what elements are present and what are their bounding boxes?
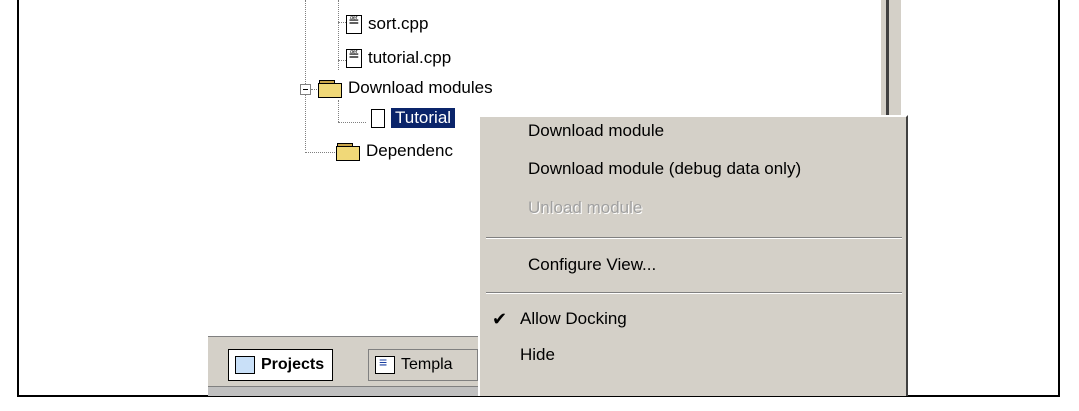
tree-guide-line xyxy=(338,100,339,122)
tree-guide-line xyxy=(338,122,366,123)
menu-item-unload-module: Unload module xyxy=(528,198,643,217)
menu-item-download-module-debug[interactable]: Download module (debug data only) xyxy=(528,159,801,179)
folder-icon xyxy=(336,142,360,161)
menu-separator xyxy=(486,292,902,294)
templates-icon xyxy=(375,354,395,374)
tree-item-dependencies[interactable]: Dependenc xyxy=(336,141,453,161)
figure-frame: sort.cpp tutorial.cpp Download modules T… xyxy=(17,0,1060,397)
source-file-icon xyxy=(346,47,362,68)
scrollbar-edge xyxy=(886,0,889,120)
tree-item-tutorial-selected[interactable]: Tutorial xyxy=(371,108,456,128)
projects-icon xyxy=(235,356,255,374)
tree-guide-line xyxy=(305,0,306,150)
tab-projects[interactable]: Projects xyxy=(228,349,334,381)
menu-item-allow-docking[interactable]: Allow Docking xyxy=(520,309,627,329)
folder-open-icon xyxy=(318,79,342,98)
ide-window: sort.cpp tutorial.cpp Download modules T… xyxy=(208,0,908,396)
context-menu: Download module Download module (debug d… xyxy=(478,115,908,396)
tree-item-sort-cpp[interactable]: sort.cpp xyxy=(346,13,428,34)
menu-item-hide[interactable]: Hide xyxy=(520,345,555,365)
checkmark-icon: ✔ xyxy=(492,309,508,329)
menu-separator xyxy=(486,237,902,239)
menu-item-download-module[interactable]: Download module xyxy=(528,121,664,141)
menu-item-configure-view[interactable]: Configure View... xyxy=(528,255,656,275)
tree-item-tutorial-cpp[interactable]: tutorial.cpp xyxy=(346,47,451,68)
collapse-toggle-icon[interactable] xyxy=(300,84,311,95)
tab-templates[interactable]: Templa xyxy=(368,349,478,381)
source-file-icon xyxy=(346,13,362,34)
file-icon xyxy=(371,108,385,128)
tree-item-download-modules[interactable]: Download modules xyxy=(318,78,493,98)
